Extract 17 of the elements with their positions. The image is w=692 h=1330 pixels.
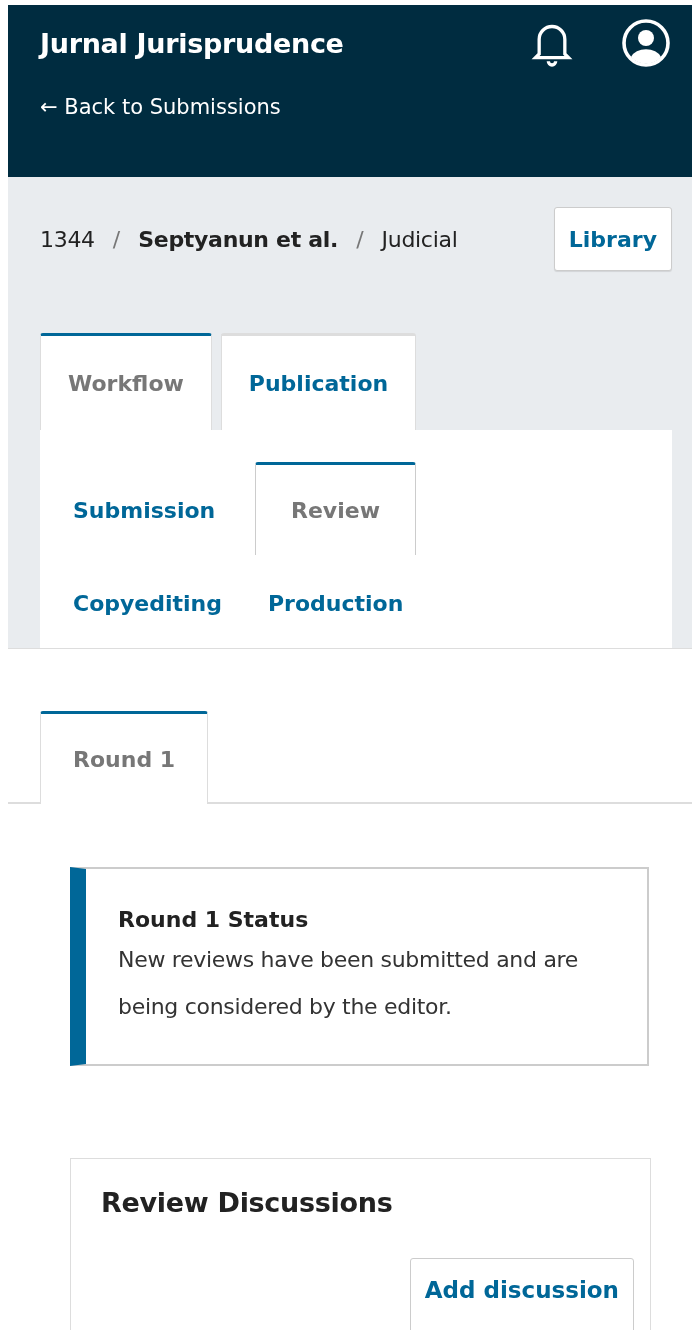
breadcrumb-separator: / bbox=[112, 226, 121, 252]
breadcrumb-item: Septyanun et al. bbox=[138, 226, 339, 252]
breadcrumb-separator: / bbox=[356, 226, 364, 252]
status-title: Round 1 Status bbox=[118, 907, 310, 932]
user-avatar-icon[interactable] bbox=[622, 19, 670, 67]
tab[interactable]: Workflow bbox=[40, 333, 212, 430]
breadcrumb-item: Judicial bbox=[381, 226, 458, 252]
back-link[interactable]: ← Back to Submissions bbox=[40, 95, 281, 119]
tab[interactable]: Publication bbox=[220, 333, 417, 430]
stage-tab[interactable]: Review bbox=[255, 462, 416, 555]
library-button[interactable]: Library bbox=[553, 207, 672, 271]
status-text: New reviews have been submitted and are being considered by the editor. bbox=[118, 946, 580, 1021]
breadcrumb-item: 1344 bbox=[40, 226, 95, 252]
round-tab[interactable]: Round 1 bbox=[40, 711, 209, 804]
discussions-title: Review Discussions bbox=[101, 1187, 394, 1218]
journal-title: Jurnal Jurisprudence bbox=[40, 27, 345, 59]
add-discussion-button[interactable]: Add discussion bbox=[409, 1258, 634, 1330]
